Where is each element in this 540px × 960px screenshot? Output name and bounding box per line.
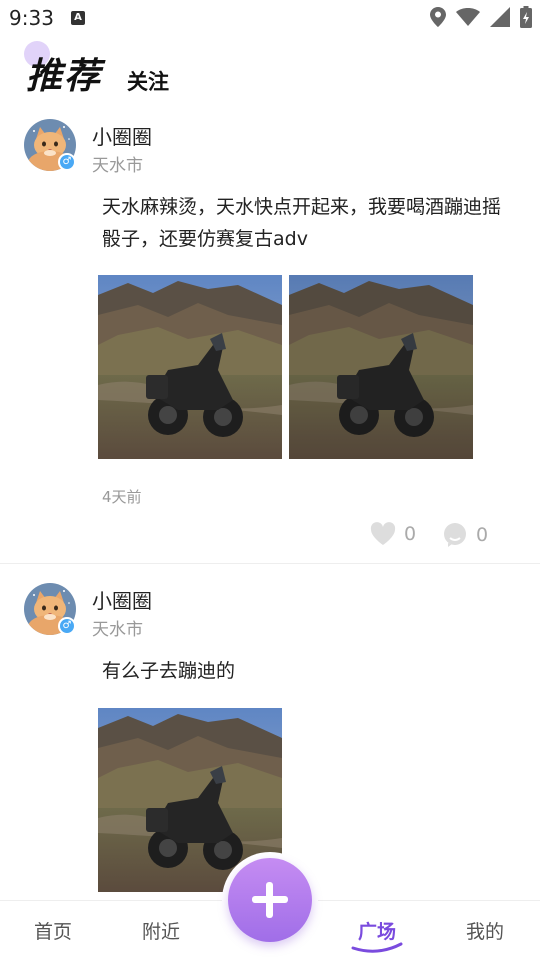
location-icon [430,7,446,27]
nav-nearby[interactable]: 附近 [142,917,180,944]
status-icons [430,6,532,28]
post-username[interactable]: 小圈圈 [92,585,152,614]
comment-button[interactable]: 0 [442,522,488,548]
create-post-button[interactable] [228,858,312,942]
heart-icon [370,522,396,545]
post-time: 4天前 [102,488,142,506]
signal-icon [490,7,510,27]
post-content[interactable]: 天水麻辣烫，天水快点开起来，我要喝酒蹦迪摇骰子，还要仿赛复古adv [102,191,512,255]
tab-recommend[interactable]: 推荐 [26,47,102,99]
post-photo[interactable] [289,275,473,459]
wifi-icon [456,8,480,26]
notification-a-icon: A [71,11,85,25]
nav-home[interactable]: 首页 [34,917,72,944]
status-bar: 9:33 A [0,0,540,36]
post-divider [0,563,540,564]
tab-follow[interactable]: 关注 [127,66,169,96]
comment-count: 0 [476,524,489,546]
post-city: 天水市 [92,620,143,640]
male-gender-icon: ♂ [58,617,76,635]
like-button[interactable]: 0 [370,522,416,546]
like-count: 0 [404,523,417,545]
post-content[interactable]: 有么子去蹦迪的 [102,655,512,687]
nav-mine[interactable]: 我的 [466,917,504,944]
comment-icon [444,523,466,547]
post-city: 天水市 [92,156,143,176]
male-gender-icon: ♂ [58,153,76,171]
status-time: 9:33 [9,6,54,30]
battery-icon [520,6,532,28]
post-photo[interactable] [98,275,282,459]
nav-active-underline [351,942,403,953]
post-username[interactable]: 小圈圈 [92,121,152,150]
